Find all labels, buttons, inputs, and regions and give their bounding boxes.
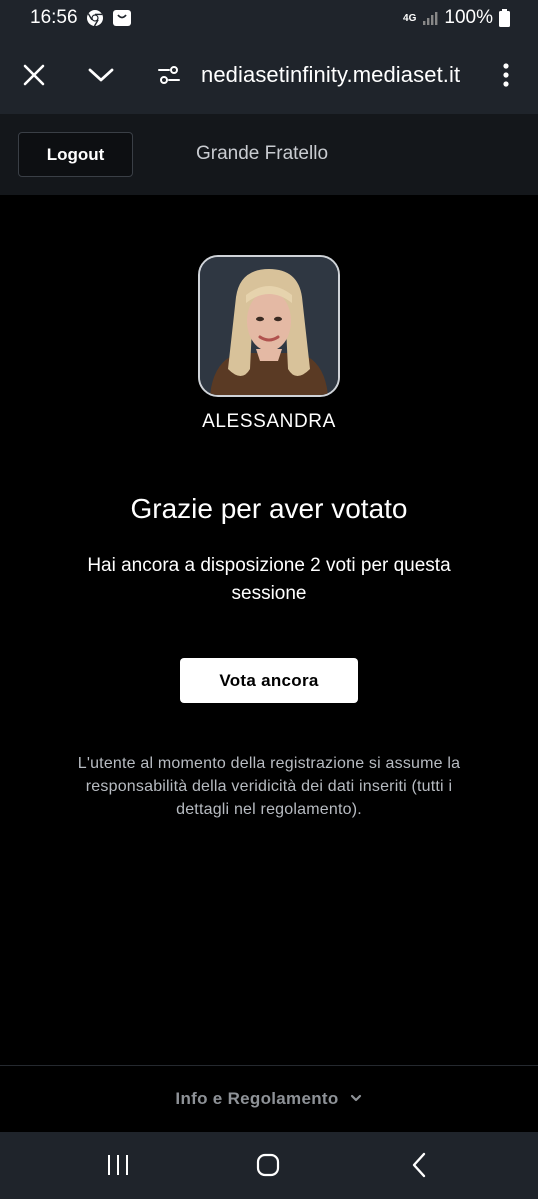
battery-percent: 100%: [444, 7, 493, 28]
close-icon[interactable]: [20, 61, 48, 89]
vote-confirmation: ALESSANDRA Grazie per aver votato Hai an…: [0, 195, 538, 1065]
battery-icon: [499, 9, 510, 27]
recent-apps-icon[interactable]: [103, 1150, 133, 1180]
chevron-down-icon: [349, 1090, 363, 1108]
url-bar[interactable]: nediasetinfinity.mediaset.it: [201, 62, 460, 88]
site-header: Logout Grande Fratello: [0, 114, 538, 195]
disclaimer-text: L'utente al momento della registrazione …: [77, 755, 461, 818]
contestant-avatar: [198, 255, 340, 397]
status-bar: 16:56 4G 100%: [0, 0, 538, 36]
chrome-icon: [86, 9, 104, 27]
info-regulation-toggle[interactable]: Info e Regolamento: [0, 1065, 538, 1132]
thanks-title: Grazie per aver votato: [130, 493, 408, 524]
back-icon[interactable]: [404, 1150, 434, 1180]
contestant-name: ALESSANDRA: [202, 411, 336, 432]
more-vert-icon[interactable]: [496, 61, 516, 89]
info-regulation-label: Info e Regolamento: [175, 1089, 339, 1108]
logout-button[interactable]: Logout: [18, 132, 133, 177]
vote-again-button[interactable]: Vota ancora: [180, 658, 358, 703]
chevron-down-icon[interactable]: [86, 61, 116, 89]
status-time: 16:56: [30, 7, 78, 28]
signal-icon: [422, 11, 438, 25]
header-title: Grande Fratello: [196, 143, 329, 164]
home-icon[interactable]: [253, 1150, 283, 1180]
browser-toolbar: nediasetinfinity.mediaset.it: [0, 36, 538, 114]
votes-remaining-text: Hai ancora a disposizione 2 voti per que…: [87, 555, 451, 604]
system-nav-bar: [0, 1132, 538, 1199]
network-type: 4G: [403, 12, 417, 24]
site-settings-icon[interactable]: [156, 61, 182, 89]
shopping-bag-icon: [112, 9, 132, 27]
